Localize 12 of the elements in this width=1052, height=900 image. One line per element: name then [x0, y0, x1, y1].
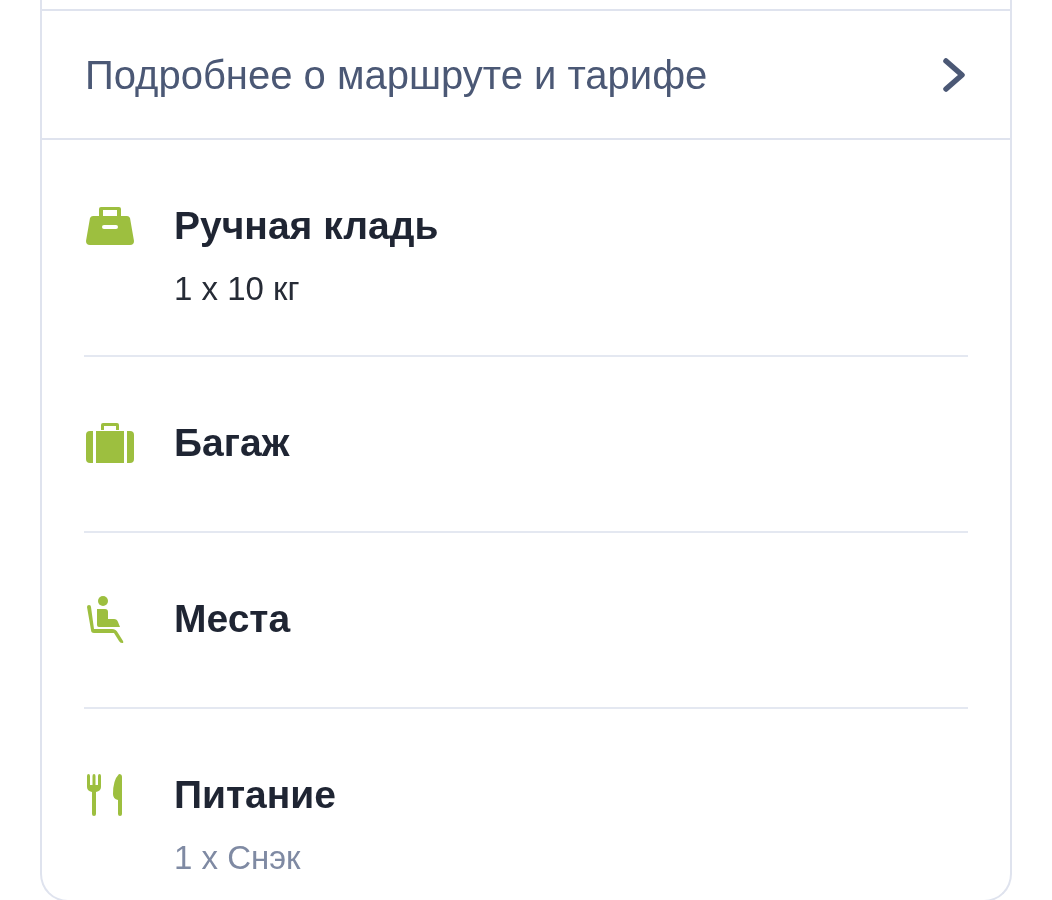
service-title: Места	[174, 597, 291, 641]
chevron-right-icon	[942, 56, 966, 93]
service-title: Питание	[174, 773, 337, 817]
route-details-link[interactable]: Подробнее о маршруте и тарифе	[42, 9, 1010, 140]
seated-person-icon	[86, 595, 126, 643]
route-details-label: Подробнее о маршруте и тарифе	[85, 51, 708, 99]
service-detail: 1 x Снэк	[174, 838, 302, 878]
service-detail: 1 x 10 кг	[174, 269, 301, 309]
service-title: Ручная кладь	[174, 204, 439, 248]
service-title: Багаж	[174, 421, 290, 465]
suitcase-icon	[86, 423, 134, 463]
handbag-icon	[86, 207, 134, 245]
